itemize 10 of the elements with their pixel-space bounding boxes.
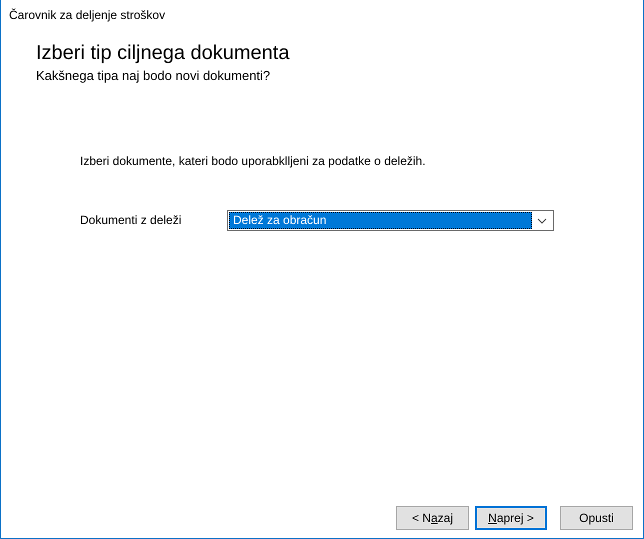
wizard-button[interactable]: < Nazaj bbox=[396, 506, 469, 530]
window-title: Čarovnik za deljenje stroškov bbox=[9, 8, 166, 23]
chevron-down-icon bbox=[537, 218, 547, 224]
wizard-button[interactable]: Opusti bbox=[560, 506, 633, 530]
field-label: Dokumenti z deleži bbox=[80, 213, 182, 228]
page-heading: Izberi tip ciljnega dokumenta bbox=[36, 41, 290, 65]
wizard-button[interactable]: Naprej > bbox=[475, 506, 547, 530]
page-subtitle: Kakšnega tipa naj bodo novi dokumenti? bbox=[36, 68, 270, 84]
instruction-text: Izberi dokumente, kateri bodo uporabklljeni za podatke o deležih. bbox=[80, 154, 426, 169]
document-dropdown[interactable]: Delež za obračun bbox=[227, 210, 554, 231]
